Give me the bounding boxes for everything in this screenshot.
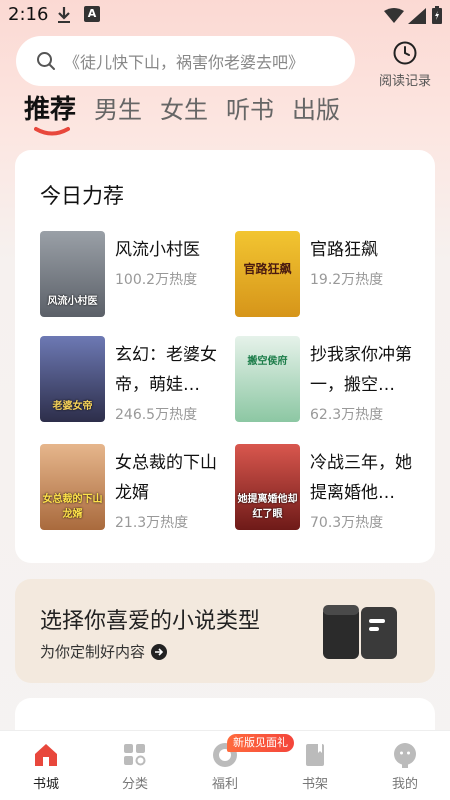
wifi-icon xyxy=(384,8,404,23)
cover-title: 官路狂飙 xyxy=(243,262,292,276)
book-title: 官路狂飙 xyxy=(310,240,378,260)
section-title: 今日力荐 xyxy=(40,184,124,208)
tab-recommend[interactable]: 推荐 xyxy=(24,92,76,136)
cover-title: 风流小村医 xyxy=(47,296,98,307)
bookshelf-icon xyxy=(306,744,324,766)
book-heat: 70.3万热度 xyxy=(310,515,384,531)
book-title: 女总裁的下山龙婿 xyxy=(115,453,217,503)
search-input[interactable]: 《徒儿快下山，祸害你老婆去吧》 xyxy=(16,36,355,86)
cover-title: 老婆女帝 xyxy=(52,401,93,412)
tab-active-indicator xyxy=(34,127,70,136)
category-grid-icon xyxy=(124,744,146,766)
book-cover: 老婆女帝 xyxy=(40,336,105,422)
book-cover: 她提离婚他却红了眼 xyxy=(235,444,300,530)
book-title: 冷战三年，她提离婚他… xyxy=(310,453,412,503)
reading-history-button[interactable]: 阅读记录 xyxy=(372,40,438,89)
cover-title: 女总裁的下山龙婿 xyxy=(42,494,103,520)
book-heat: 19.2万热度 xyxy=(310,272,384,288)
battery-icon xyxy=(432,6,442,24)
signal-icon xyxy=(408,8,426,24)
tab-label: 推荐 xyxy=(24,95,77,125)
nav-bookshelf[interactable]: 书架 xyxy=(285,741,345,792)
book-cover: 女总裁的下山龙婿 xyxy=(40,444,105,530)
a-notification-icon: A xyxy=(84,6,100,22)
book-heat: 62.3万热度 xyxy=(310,407,384,423)
book-item[interactable]: 风流小村医 风流小村医 100.2万热度 xyxy=(40,231,230,321)
clock-icon xyxy=(393,41,417,65)
book-cover: 官路狂飙 xyxy=(235,231,300,317)
book-item[interactable]: 她提离婚他却红了眼 冷战三年，她提离婚他… 70.3万热度 xyxy=(235,444,425,534)
home-icon xyxy=(35,744,57,766)
nav-bookstore[interactable]: 书城 xyxy=(16,741,76,792)
nav-mine[interactable]: 我的 xyxy=(375,741,435,792)
open-book-icon xyxy=(323,605,397,659)
book-title: 风流小村医 xyxy=(115,240,200,260)
category-tabs: 推荐 男生 女生 听书 出版 xyxy=(24,92,358,136)
tab-label: 女生 xyxy=(160,96,209,124)
nav-label: 分类 xyxy=(121,777,148,792)
book-heat: 246.5万热度 xyxy=(115,407,198,423)
tab-label: 出版 xyxy=(292,96,341,124)
genre-subtitle: 为你定制好内容 xyxy=(40,641,168,662)
nav-label: 书城 xyxy=(32,777,59,792)
book-item[interactable]: 女总裁的下山龙婿 女总裁的下山龙婿 21.3万热度 xyxy=(40,444,230,534)
book-cover: 风流小村医 xyxy=(40,231,105,317)
book-item[interactable]: 老婆女帝 玄幻：老婆女帝，萌娃… 246.5万热度 xyxy=(40,336,230,426)
genre-subtitle-text: 为你定制好内容 xyxy=(40,643,146,661)
tab-audiobook[interactable]: 听书 xyxy=(226,92,274,136)
profile-icon xyxy=(394,743,416,768)
new-version-gift-badge: 新版见面礼 xyxy=(227,734,294,752)
nav-label: 书架 xyxy=(301,777,328,792)
book-item[interactable]: 官路狂飙 官路狂飙 19.2万热度 xyxy=(235,231,425,321)
nav-label: 我的 xyxy=(391,777,418,792)
book-heat: 100.2万热度 xyxy=(115,272,198,288)
book-item[interactable]: 搬空侯府 抄我家你冲第一，搬空… 62.3万热度 xyxy=(235,336,425,426)
cover-title: 搬空侯府 xyxy=(247,356,288,367)
book-cover: 搬空侯府 xyxy=(235,336,300,422)
arrow-right-icon xyxy=(151,643,168,660)
nav-label: 福利 xyxy=(211,777,238,792)
cover-title: 她提离婚他却红了眼 xyxy=(237,494,298,520)
book-heat: 21.3万热度 xyxy=(115,515,189,531)
search-placeholder: 《徒儿快下山，祸害你老婆去吧》 xyxy=(64,53,305,72)
status-time: 2:16 xyxy=(8,4,49,25)
recommend-card: 今日力荐 风流小村医 风流小村医 100.2万热度 官路狂飙 官路狂飙 19.2… xyxy=(15,150,435,563)
download-icon xyxy=(58,7,70,23)
reading-history-label: 阅读记录 xyxy=(378,74,431,89)
genre-title: 选择你喜爱的小说类型 xyxy=(40,609,261,634)
book-title: 抄我家你冲第一，搬空… xyxy=(310,345,412,395)
tab-published[interactable]: 出版 xyxy=(292,92,340,136)
genre-preference-banner[interactable]: 选择你喜爱的小说类型 为你定制好内容 xyxy=(15,579,435,683)
tab-male[interactable]: 男生 xyxy=(94,92,142,136)
tab-label: 男生 xyxy=(94,96,143,124)
book-title: 玄幻：老婆女帝，萌娃… xyxy=(115,345,217,395)
status-bar: 2:16 A xyxy=(0,0,450,30)
search-icon xyxy=(37,52,55,70)
nav-category[interactable]: 分类 xyxy=(105,741,165,792)
bottom-navigation: 书城 分类 福利 书架 我的 xyxy=(0,730,450,800)
tab-female[interactable]: 女生 xyxy=(160,92,208,136)
tab-label: 听书 xyxy=(226,96,275,124)
